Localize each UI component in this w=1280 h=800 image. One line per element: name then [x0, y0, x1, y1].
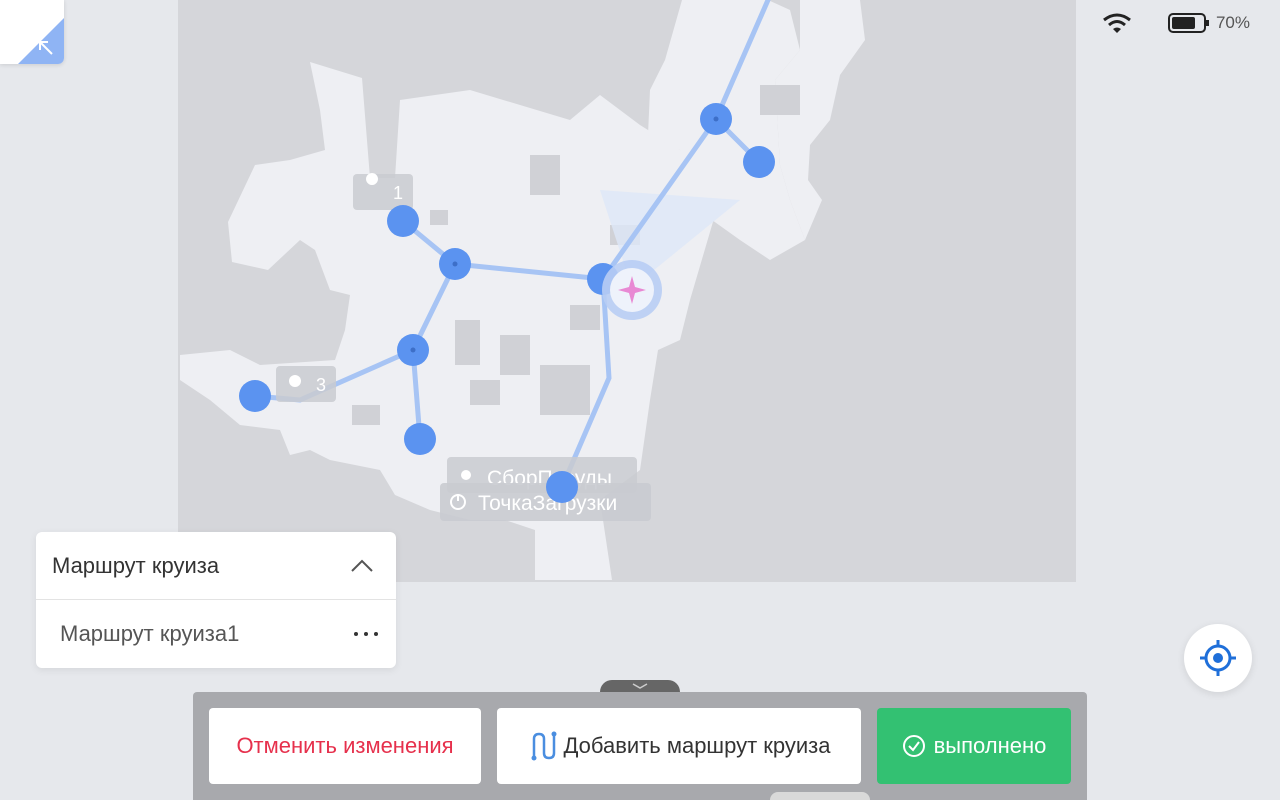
more-dots-icon[interactable]	[354, 632, 378, 636]
map-marker-1[interactable]: 1	[353, 173, 413, 210]
marker-3-label: 3	[316, 375, 326, 395]
map-marker-charging-point[interactable]: ТочкаЗагрузки	[440, 483, 651, 521]
battery-percentage: 70%	[1215, 13, 1250, 32]
robot-position-icon	[602, 260, 662, 320]
chevron-down-icon	[632, 683, 648, 689]
map-marker-3[interactable]: 3	[276, 366, 336, 402]
done-button[interactable]: выполнено	[877, 708, 1071, 784]
add-cruise-route-button[interactable]: Добавить маршрут круиза	[497, 708, 861, 784]
route-list-item-label: Маршрут круиза1	[60, 621, 240, 646]
collapse-panel-button[interactable]	[0, 0, 64, 64]
route-point	[404, 423, 436, 455]
locate-crosshair-icon	[1200, 640, 1236, 676]
cancel-changes-label: Отменить изменения	[236, 733, 454, 758]
route-icon	[531, 731, 556, 761]
route-list-item[interactable]: Маршрут круиза1	[36, 600, 396, 668]
status-bar: 70%	[1102, 12, 1250, 34]
route-point	[239, 380, 271, 412]
add-cruise-route-label: Добавить маршрут круиза	[563, 733, 831, 758]
cancel-changes-button[interactable]: Отменить изменения	[209, 708, 481, 784]
home-indicator	[770, 792, 870, 800]
bottom-toolbar: Отменить изменения Добавить маршрут круи…	[193, 692, 1087, 800]
collapse-arrow-icon	[39, 41, 53, 55]
battery-icon	[1167, 13, 1209, 33]
route-point	[387, 205, 419, 237]
done-label: выполнено	[933, 733, 1047, 758]
route-point	[546, 471, 578, 503]
charging-point-label: ТочкаЗагрузки	[478, 492, 617, 515]
wifi-icon	[1103, 13, 1131, 33]
cruise-route-panel-title: Маршрут круиза	[52, 552, 220, 578]
water-drop-icon	[461, 470, 471, 480]
cruise-route-panel-header[interactable]: Маршрут круиза	[36, 532, 396, 600]
locate-robot-button[interactable]	[1184, 624, 1252, 692]
route-point	[743, 146, 775, 178]
cruise-route-panel: Маршрут круиза Маршрут круиза1	[36, 532, 396, 668]
check-circle-icon	[902, 735, 925, 757]
marker-1-label: 1	[393, 183, 403, 203]
chevron-up-icon[interactable]	[350, 559, 374, 573]
